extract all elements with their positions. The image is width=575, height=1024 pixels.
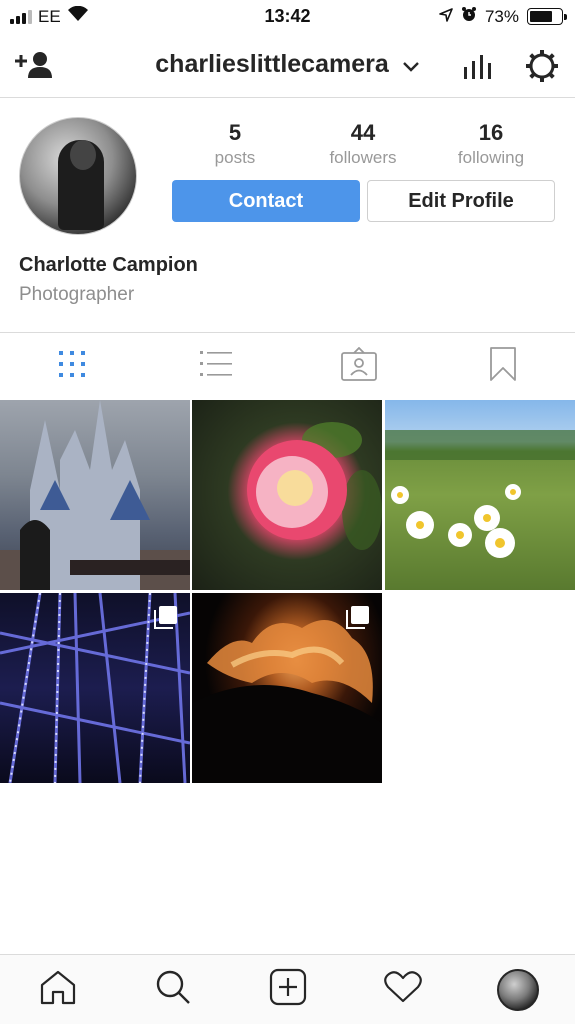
followers-label: followers — [329, 148, 397, 167]
following-label: following — [457, 148, 525, 167]
stat-following[interactable]: 16 following — [436, 120, 546, 168]
heart-icon — [383, 970, 422, 1009]
profile-bio: Photographer — [19, 284, 135, 305]
tab-grid[interactable] — [0, 333, 144, 400]
edit-profile-button[interactable]: Edit Profile — [367, 180, 555, 222]
posts-count: 5 — [228, 120, 242, 145]
castle-photo — [0, 400, 190, 590]
tagged-icon — [341, 346, 378, 386]
nav-search[interactable] — [115, 955, 230, 1024]
profile-avatar-large[interactable] — [19, 117, 137, 235]
post-castle[interactable] — [0, 400, 190, 590]
post-fire[interactable] — [192, 593, 382, 783]
nav-activity[interactable] — [345, 955, 460, 1024]
status-bar: EE 13:42 73% — [0, 0, 575, 34]
status-right: 73% — [439, 6, 567, 27]
grid-icon — [58, 350, 86, 383]
profile-avatar-small — [496, 968, 539, 1011]
location-icon — [439, 7, 453, 27]
following-count: 16 — [478, 120, 504, 145]
nav-home[interactable] — [0, 955, 115, 1024]
battery-fill — [530, 11, 552, 22]
home-icon — [39, 969, 77, 1010]
stat-posts[interactable]: 5 posts — [180, 120, 290, 168]
top-nav: charlieslittlecamera — [0, 34, 575, 98]
chevron-down-icon — [402, 51, 420, 80]
saved-icon — [490, 347, 517, 386]
posts-label: posts — [214, 148, 256, 167]
profile-tabs — [0, 332, 575, 400]
battery-icon — [527, 8, 567, 25]
search-icon — [155, 969, 191, 1010]
post-daisies[interactable] — [385, 400, 575, 590]
tab-tagged[interactable] — [288, 333, 432, 400]
list-icon — [199, 350, 232, 383]
insights-icon[interactable] — [462, 51, 492, 86]
contact-button[interactable]: Contact — [172, 180, 360, 222]
rose-photo — [247, 422, 382, 550]
battery-percent: 73% — [484, 6, 519, 26]
tab-list[interactable] — [144, 333, 288, 400]
profile-full-name: Charlotte Campion — [19, 254, 198, 276]
new-post-icon — [269, 968, 307, 1011]
multi-photo-icon — [346, 605, 370, 634]
post-rose[interactable] — [192, 400, 382, 590]
tab-saved[interactable] — [431, 333, 575, 400]
followers-count: 44 — [350, 120, 376, 145]
nav-profile[interactable] — [460, 955, 575, 1024]
daisies-photo — [385, 430, 575, 558]
post-ferris-wheel[interactable] — [0, 593, 190, 783]
username-label: charlieslittlecamera — [155, 50, 389, 78]
bottom-nav — [0, 954, 575, 1024]
gear-icon[interactable] — [524, 48, 560, 89]
stat-followers[interactable]: 44 followers — [308, 120, 418, 168]
alarm-icon — [461, 6, 477, 27]
multi-photo-icon — [154, 605, 178, 634]
nav-new-post[interactable] — [230, 955, 345, 1024]
avatar-head — [70, 140, 96, 170]
